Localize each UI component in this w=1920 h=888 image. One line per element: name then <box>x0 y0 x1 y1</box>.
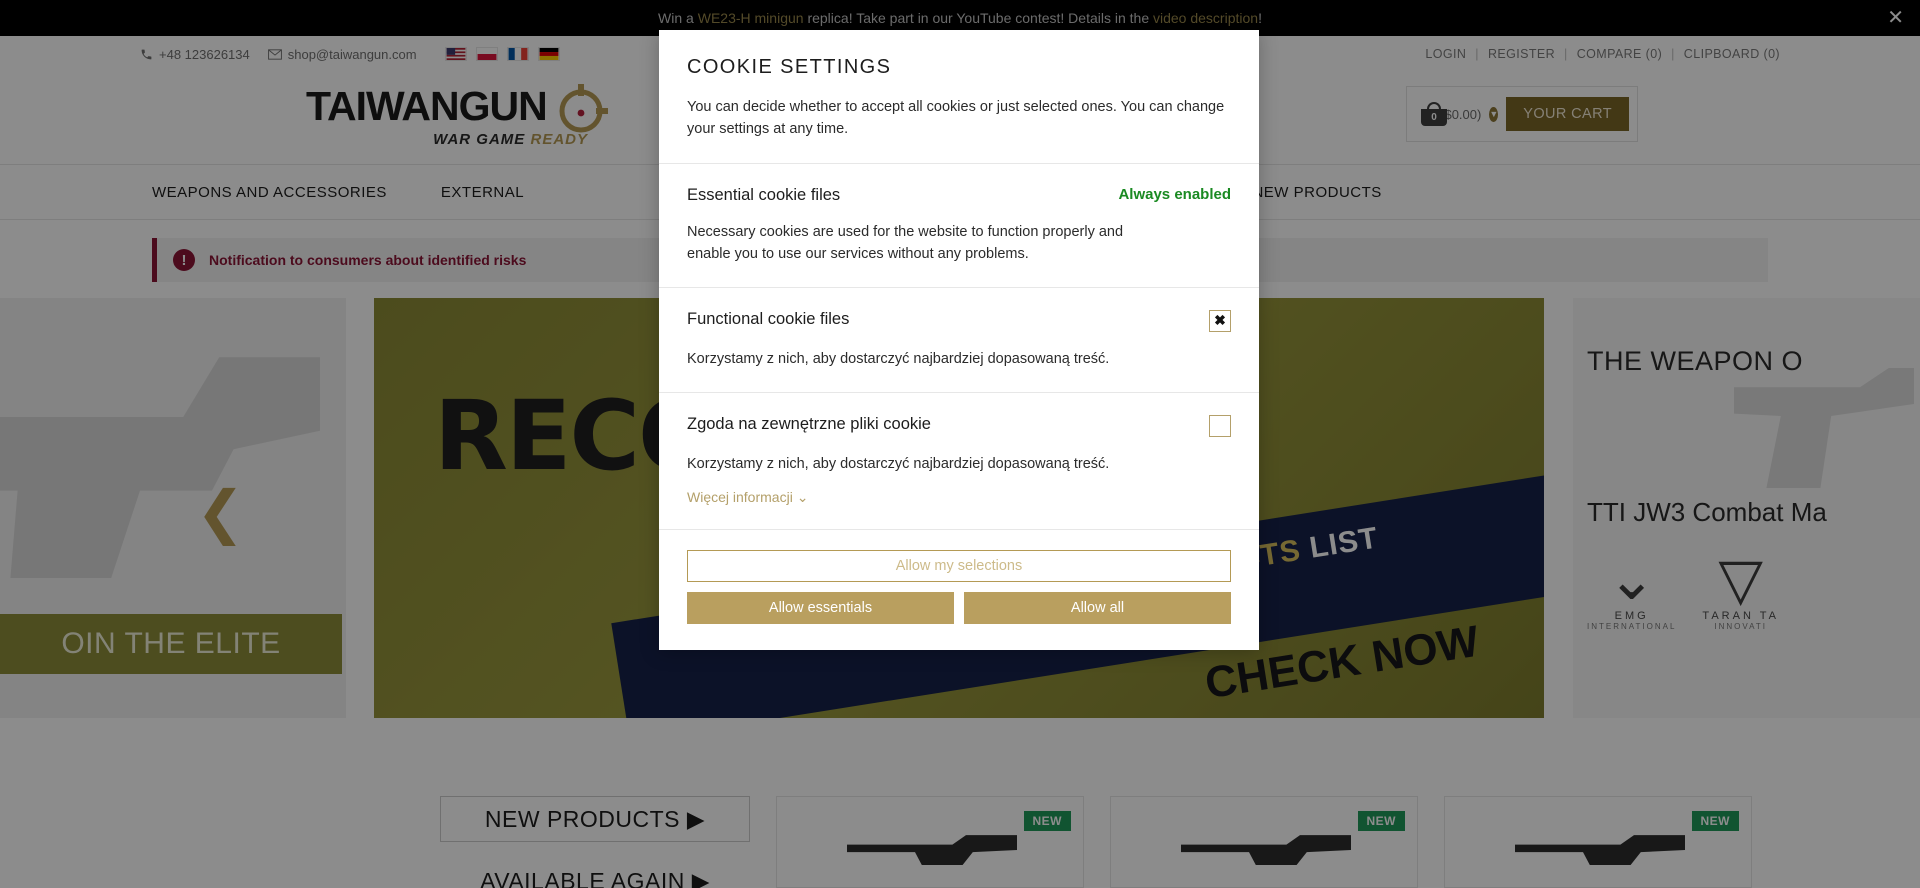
dialog-footer: Allow my selections Allow essentials All… <box>659 528 1259 650</box>
cookie-settings-dialog: COOKIE SETTINGS You can decide whether t… <box>659 30 1259 650</box>
checkbox-external[interactable] <box>1209 414 1231 437</box>
checkbox-functional[interactable]: ✖ <box>1209 309 1231 332</box>
allow-all-button[interactable]: Allow all <box>964 591 1231 624</box>
more-info-link[interactable]: Więcej informacji ⌄ <box>687 489 808 506</box>
allow-essentials-button[interactable]: Allow essentials <box>687 591 954 624</box>
page-root: Win a WE23-H minigun replica! Take part … <box>0 0 1920 888</box>
section-title-essential: Essential cookie files <box>687 185 841 204</box>
page-title: COOKIE SETTINGS <box>687 56 892 78</box>
dialog-header: COOKIE SETTINGS You can decide whether t… <box>659 30 1259 163</box>
section-functional: Functional cookie files ✖ Korzystamy z n… <box>659 286 1259 392</box>
status-badge-always-enabled: Always enabled <box>1118 185 1231 203</box>
section-desc-external: Korzystamy z nich, aby dostarczyć najbar… <box>687 455 1110 472</box>
section-desc-functional: Korzystamy z nich, aby dostarczyć najbar… <box>687 350 1110 367</box>
section-title-functional: Functional cookie files <box>687 309 850 328</box>
section-essential: Essential cookie files Always enabled Ne… <box>659 162 1259 287</box>
section-title-external: Zgoda na zewnętrzne pliki cookie <box>687 414 931 433</box>
section-desc-essential: Necessary cookies are used for the websi… <box>687 223 1124 262</box>
dialog-intro: You can decide whether to accept all coo… <box>687 99 1225 137</box>
allow-my-selections-button[interactable]: Allow my selections <box>687 549 1231 582</box>
section-external: Zgoda na zewnętrzne pliki cookie Korzyst… <box>659 391 1259 529</box>
